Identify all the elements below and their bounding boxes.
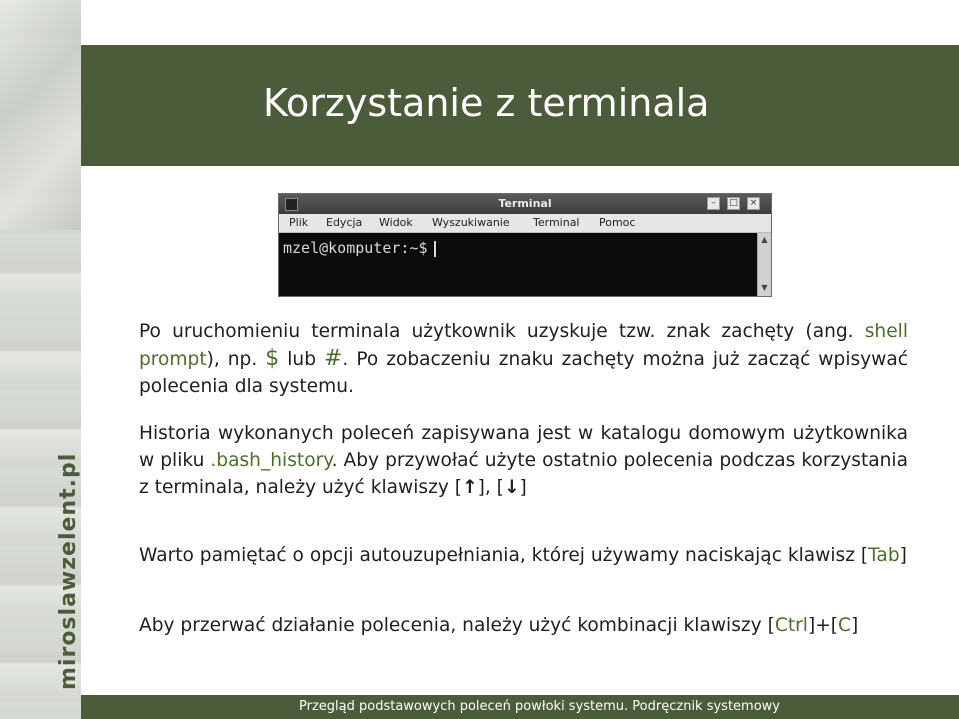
paragraph-autocomplete: Warto pamiętać o opcji autouzupełniania,…	[139, 542, 908, 569]
slide-footer: Przegląd podstawowych poleceń powłoki sy…	[81, 695, 959, 719]
scroll-up-icon: ▲	[761, 235, 768, 244]
side-decoration: miroslawzelent.pl	[0, 0, 81, 719]
p1-text-b: ), np.	[206, 349, 266, 370]
tab-key: Tab	[868, 545, 900, 566]
p4-text-b: ]+[	[807, 615, 839, 636]
minimize-icon: –	[707, 197, 720, 210]
p1-text-c: lub	[279, 349, 324, 370]
top-band	[81, 0, 959, 45]
menu-edycja: Edycja	[326, 216, 363, 229]
paragraph-interrupt: Aby przerwać działanie polecenia, należy…	[139, 612, 908, 639]
menu-pomoc: Pomoc	[599, 216, 636, 229]
text-cursor	[433, 240, 436, 257]
terminal-window-title: Terminal	[498, 197, 552, 210]
p2-text-d: ]	[519, 477, 527, 498]
menu-terminal: Terminal	[533, 216, 580, 229]
terminal-scrollbar: ▲ ▼	[757, 233, 771, 296]
terminal-screenshot: Terminal – □ × Plik Edycja Widok Wyszuki…	[278, 193, 772, 297]
p4-text-a: Aby przerwać działanie polecenia, należy…	[139, 615, 775, 636]
terminal-menubar: Plik Edycja Widok Wyszukiwanie Terminal …	[279, 214, 771, 233]
dollar-symbol: $	[265, 346, 280, 371]
close-icon: ×	[747, 197, 760, 210]
paragraph-history: Historia wykonanych poleceń zapisywana j…	[139, 420, 908, 501]
keyboard-image	[0, 0, 81, 230]
terminal-titlebar: Terminal – □ ×	[279, 194, 771, 214]
slide-title: Korzystanie z terminala	[263, 81, 710, 125]
hash-symbol: #	[323, 346, 343, 371]
menu-wyszukiwanie: Wyszukiwanie	[432, 216, 510, 229]
p3-text-a: Warto pamiętać o opcji autouzupełniania,…	[139, 545, 869, 566]
maximize-icon: □	[727, 197, 740, 210]
arrow-down-icon: ↓	[503, 477, 520, 498]
paragraph-prompt: Po uruchomieniu terminala użytkownik uzy…	[139, 318, 908, 400]
terminal-body: mzel@komputer:~$	[279, 233, 757, 296]
scroll-down-icon: ▼	[761, 283, 768, 292]
p4-text-c: ]	[851, 615, 859, 636]
watermark: miroslawzelent.pl	[56, 452, 81, 690]
terminal-prompt: mzel@komputer:~$	[283, 239, 436, 257]
p3-text-b: ]	[899, 545, 907, 566]
menu-widok: Widok	[379, 216, 413, 229]
prompt-text: mzel@komputer:~$	[283, 239, 428, 257]
footer-text: Przegląd podstawowych poleceń powłoki sy…	[299, 699, 780, 714]
p1-text-a: Po uruchomieniu terminala użytkownik uzy…	[139, 321, 865, 342]
ctrl-key: Ctrl	[774, 615, 808, 636]
p2-text-c: ], [	[477, 477, 504, 498]
slide-header: Korzystanie z terminala	[81, 45, 959, 166]
menu-plik: Plik	[289, 216, 309, 229]
c-key: C	[838, 615, 852, 636]
arrow-up-icon: ↑	[462, 477, 478, 498]
bash-history-file: .bash_history	[210, 450, 332, 471]
